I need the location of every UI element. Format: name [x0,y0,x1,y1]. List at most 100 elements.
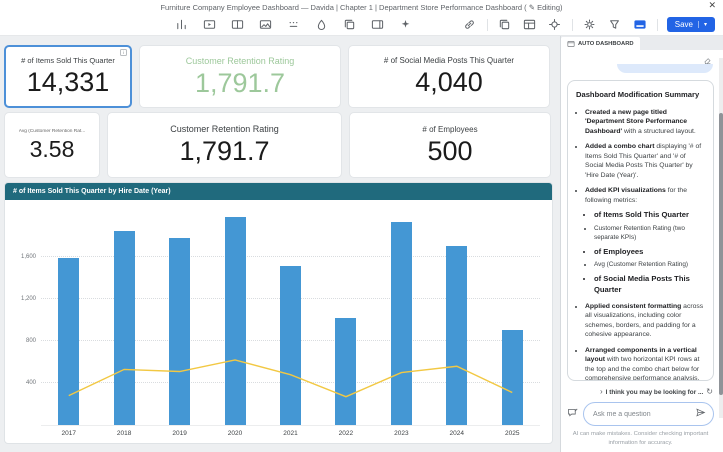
bar[interactable] [280,266,301,425]
send-icon[interactable] [695,405,706,423]
toolbar-divider [657,19,658,31]
x-axis-tick: 2017 [41,430,96,437]
auto-dashboard-panel: AUTO DASHBOARD Dashboard Modification Su… [560,36,723,452]
image-icon[interactable] [257,17,273,33]
scrollbar-thumb[interactable] [719,113,723,395]
kpi-card-retention-rating[interactable]: Customer Retention Rating 1,791.7 [139,45,341,108]
gear-icon[interactable] [582,17,598,33]
metric-item: Avg (Customer Retention Rating) [594,261,705,270]
visual-card-icon[interactable] [201,17,217,33]
bar[interactable] [114,231,135,425]
kpi-card-retention-rating-2[interactable]: Customer Retention Rating 1,791.7 [107,112,342,178]
bar-slot [96,210,151,425]
split-panel-icon[interactable] [229,17,245,33]
copy-icon[interactable] [341,17,357,33]
toolbar-divider [487,19,488,31]
titlebar: Furniture Company Employee Dashboard — D… [0,0,723,14]
window-title: Furniture Company Employee Dashboard — D… [160,3,562,12]
save-dropdown-caret[interactable]: ▾ [698,21,707,28]
eraser-icon[interactable] [703,52,712,63]
kpi-title: # of Employees [422,125,477,134]
bar[interactable] [391,222,412,425]
kpi-title: Avg (Customer Retention Rat... [19,129,86,134]
dashboard-tab-icon [567,40,575,48]
tab-auto-dashboard[interactable]: AUTO DASHBOARD [561,37,640,50]
bar-series [41,210,540,425]
kpi-title: Customer Retention Rating [170,124,279,134]
chart-plot: 4008001,2001,600 [41,210,540,426]
new-chat-icon[interactable] [567,405,578,423]
save-label: Save [675,20,693,29]
info-icon[interactable]: i [120,49,127,56]
kpi-value: 3.58 [30,137,75,161]
kpi-card-avg-retention[interactable]: Avg (Customer Retention Rat... 3.58 [4,112,100,178]
y-axis-tick: 800 [9,338,36,344]
link-icon[interactable] [462,17,478,33]
assistant-body: Dashboard Modification Summary Created a… [561,50,723,452]
chat-input-row [567,402,714,426]
bar[interactable] [58,258,79,425]
summary-bullet: Added a combo chart displaying '# of Ite… [585,142,705,180]
ai-disclaimer: AI can make mistakes. Consider checking … [567,430,714,448]
panel-scrollbar[interactable] [719,58,723,418]
bar[interactable] [225,217,246,425]
bar[interactable] [502,330,523,425]
details-panel-icon[interactable] [369,17,385,33]
close-icon[interactable]: ✕ [708,1,716,10]
kpi-value: 14,331 [27,68,110,96]
crosshair-icon[interactable] [547,17,563,33]
metric-item: Customer Retention Rating (two separate … [594,225,705,243]
user-message-bubble-partial [617,64,713,73]
bar-chart-icon[interactable] [173,17,189,33]
assistant-tab-strip: AUTO DASHBOARD [561,36,723,50]
assistant-panel-toggle-icon[interactable] [632,17,648,33]
kpi-card-items-sold[interactable]: i # of Items Sold This Quarter 14,331 [4,45,132,108]
summary-bullet: Applied consistent formatting across all… [585,302,705,340]
kpi-grid-icon[interactable] [285,17,301,33]
y-axis-tick: 1,600 [9,254,36,260]
bar-slot [429,210,484,425]
save-button[interactable]: Save ▾ [667,17,715,32]
x-axis-tick: 2024 [429,430,484,437]
bar-slot [318,210,373,425]
metric-item: of Employees [594,247,705,258]
kpi-card-employees[interactable]: # of Employees 500 [349,112,551,178]
duplicate-icon[interactable] [497,17,513,33]
bar[interactable] [446,246,467,425]
dashboard-canvas: i # of Items Sold This Quarter 14,331 Cu… [0,36,560,452]
suggestion-chip[interactable]: › I think you may be looking for ... ↻ [567,388,713,396]
kpi-value: 1,791.7 [179,137,269,165]
y-axis-tick: 400 [9,380,36,386]
metric-sub-list: of Items Sold This Quarter Customer Rete… [585,210,705,295]
x-axis-tick: 2022 [318,430,373,437]
sparkle-icon[interactable] [397,17,413,33]
bar-slot [374,210,429,425]
summary-heading: Dashboard Modification Summary [576,90,705,101]
kpi-card-social-posts[interactable]: # of Social Media Posts This Quarter 4,0… [348,45,550,108]
y-axis-tick: 1,200 [9,296,36,302]
chat-toolbar [567,52,714,63]
bar[interactable] [169,238,190,425]
toolbar: Save ▾ [0,14,723,36]
summary-bullet: Created a new page titled 'Department St… [585,108,705,137]
summary-bullet: Arranged components in a vertical layout… [585,346,705,382]
table-edit-icon[interactable] [522,17,538,33]
refresh-icon[interactable]: ↻ [706,388,713,396]
chart-x-labels: 201720182019202020212022202320242025 [41,426,540,440]
chart-title: # of Items Sold This Quarter by Hire Dat… [5,183,552,200]
bar[interactable] [335,318,356,425]
bar-slot [41,210,96,425]
funnel-icon[interactable] [607,17,623,33]
x-axis-tick: 2020 [207,430,262,437]
x-axis-tick: 2023 [374,430,429,437]
combo-chart-panel[interactable]: # of Items Sold This Quarter by Hire Dat… [4,182,553,444]
kpi-value: 1,791.7 [195,69,285,97]
metric-item: of Items Sold This Quarter [594,210,705,221]
kpi-value: 4,040 [415,68,483,96]
assistant-summary-card: Dashboard Modification Summary Created a… [567,80,714,381]
droplet-icon[interactable] [313,17,329,33]
summary-bullet: Added KPI visualizations for the followi… [585,186,705,295]
ask-input[interactable] [593,411,695,418]
toolbar-left-group [173,17,413,33]
kpi-row-1: i # of Items Sold This Quarter 14,331 Cu… [4,45,553,108]
